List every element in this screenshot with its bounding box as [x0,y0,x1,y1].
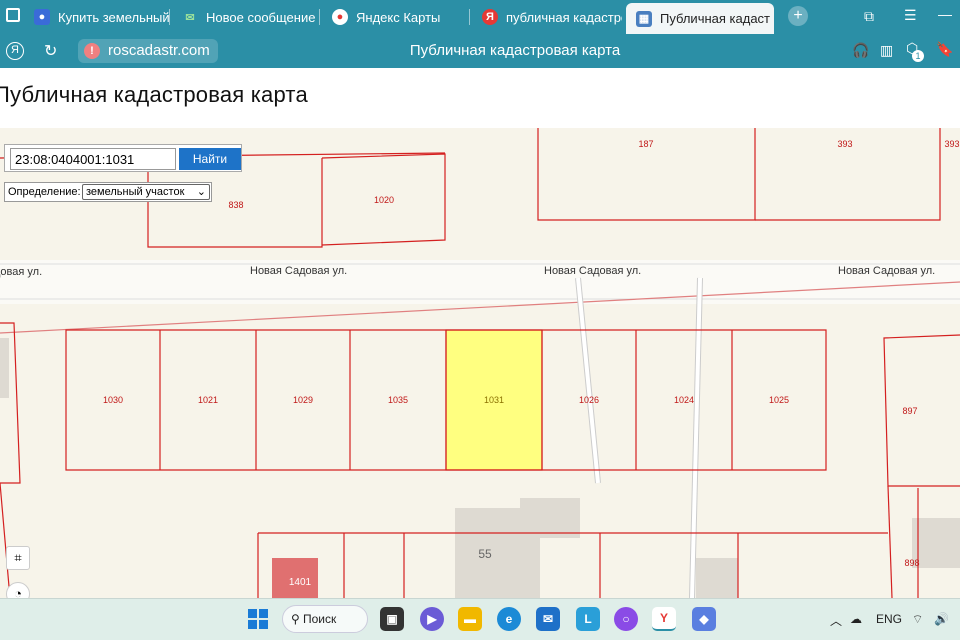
definition-label: Определение: [8,186,81,198]
new-tab-icon[interactable]: + [788,6,808,26]
parcel-label: 898 [904,558,919,568]
minimize-icon[interactable]: — [938,6,952,22]
search-icon: ⚲ [291,612,300,626]
volume-icon[interactable]: 🔊 [934,612,949,626]
tab-bar: ● Купить земельный у ✉ Новое сообщение ●… [0,0,960,34]
tab-label: публичная кадастро [506,9,622,25]
tab-favicon-icon: ▦ [636,10,652,27]
app-l-icon[interactable]: L [576,607,600,631]
parcel-label: 1035 [388,395,408,405]
tab-2[interactable]: ● Яндекс Карты [322,3,470,31]
parcel-label: 838 [228,200,243,210]
chevron-down-icon: ⌄ [196,186,206,198]
parcel-label: 897 [902,406,917,416]
parcel-label: 1025 [769,395,789,405]
tabs-panel-icon[interactable] [6,8,20,22]
parcel-label-selected: 1031 [484,395,504,405]
parcel-label: 393 [837,139,852,149]
street-area [0,260,960,304]
parcel-label: 1029 [293,395,313,405]
tab-4-active[interactable]: ▦ Публичная кадаст ✕ [626,3,774,34]
parcel-label: 393 [944,139,959,149]
parcel-label: 1026 [579,395,599,405]
tab-favicon-icon: Я [482,9,498,25]
building-number: 55 [478,547,492,561]
tab-3[interactable]: Я публичная кадастро [472,3,622,31]
ruler-tool-icon[interactable]: ⌗ [6,546,30,570]
copilot-icon[interactable]: ◆ [692,607,716,631]
street-label-2: Новая Садовая ул. [544,265,641,277]
cloud-icon[interactable]: ☁ [850,612,862,626]
definition-select[interactable]: земельный участок ⌄ [82,184,210,200]
parcel-label: 1401 [289,577,312,588]
taskbar-search[interactable]: ⚲ Поиск [282,605,368,633]
find-button[interactable]: Найти [179,148,241,170]
file-explorer-icon[interactable]: ▬ [458,607,482,631]
tab-label: Яндекс Карты [356,9,441,25]
cadastral-number-input[interactable] [10,148,176,170]
alice-icon[interactable]: ○ [614,607,638,631]
page-title-bar: Публичная кадастровая карта [409,42,621,59]
building-55 [455,498,580,598]
tab-1[interactable]: ✉ Новое сообщение [172,3,320,31]
mail-icon[interactable]: ✉ [536,607,560,631]
tab-label: Купить земельный у [58,9,170,25]
bookmark-icon[interactable]: 🔖 [936,41,953,58]
edge-icon[interactable]: e [497,607,521,631]
wifi-icon[interactable]: ⌔ [912,612,923,627]
tab-favicon-icon: ● [332,9,348,25]
cadastral-search: Найти [4,144,242,172]
language-indicator[interactable]: ENG [876,612,902,626]
tab-label: Новое сообщение [206,9,316,25]
address-bar: Я ↻ ! roscadastr.com Публичная кадастров… [0,34,960,68]
start-button[interactable] [246,607,270,631]
tab-favicon-icon: ✉ [185,11,195,24]
tab-0[interactable]: ● Купить земельный у [24,3,170,31]
definition-value: земельный участок [86,186,185,198]
menu-icon[interactable]: ☰ [904,7,917,24]
tab-label: Публичная кадаст [660,11,771,26]
yandex-browser-icon[interactable]: Y [652,607,676,631]
page-heading: Публичная кадастровая карта [0,82,308,107]
parcel-label: 187 [638,139,653,149]
row-parcels [65,329,827,471]
definition-control: Определение: земельный участок ⌄ [4,182,212,202]
taskbar-search-label: Поиск [303,612,337,626]
street-label-1: Новая Садовая ул. [250,265,347,277]
taskbar: ⚲ Поиск ▣ ▶ ▬ e ✉ L ○ Y ◆ ︿ ☁ ENG ⌔ 🔊 [0,598,960,640]
chevron-up-icon[interactable]: ︿ [830,612,842,629]
extension-badge: 1 [912,50,924,62]
teams-icon[interactable]: ▶ [420,607,444,631]
parcel-label: 1021 [198,395,218,405]
collections-icon[interactable]: ⧉ [864,8,874,25]
tab-favicon-icon: ● [34,9,50,25]
task-view-icon[interactable]: ▣ [380,607,404,631]
reader-icon[interactable]: ▥ [880,42,893,59]
parcel-label: 1024 [674,395,694,405]
parcel-label: 1030 [103,395,123,405]
street-label-0: довая ул. [0,266,42,278]
street-label-3: Новая Садовая ул. [838,265,935,277]
parcel-label: 1020 [374,195,394,205]
headphones-icon[interactable]: 🎧 [852,42,869,59]
